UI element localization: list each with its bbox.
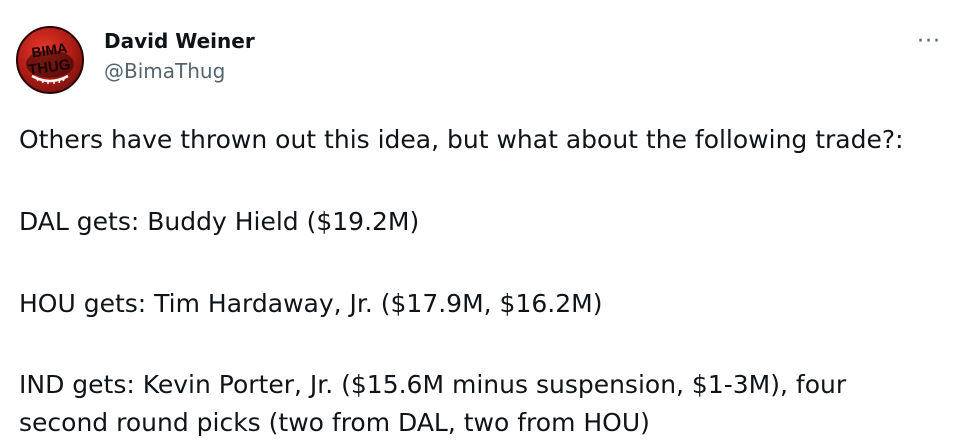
tweet-card: BIMA THUG David Weiner @BimaThug ··· Oth… (0, 0, 960, 437)
tweet-text-line: HOU gets: Tim Hardaway, Jr. ($17.9M, $16… (19, 289, 603, 318)
author-handle[interactable]: @BimaThug (104, 58, 255, 84)
more-options-button[interactable]: ··· (914, 30, 944, 54)
author-block: David Weiner @BimaThug (104, 28, 255, 84)
author-display-name[interactable]: David Weiner (104, 28, 255, 54)
more-icon: ··· (917, 29, 941, 54)
avatar[interactable]: BIMA THUG (16, 26, 84, 94)
avatar-logo-graphic: BIMA THUG (26, 40, 74, 84)
tweet-text-line: second round picks (two from DAL, two fr… (19, 408, 650, 437)
tweet-text-line: IND gets: Kevin Porter, Jr. ($15.6M minu… (19, 370, 847, 399)
tweet-text-line: Others have thrown out this idea, but wh… (19, 125, 904, 154)
tweet-text: Others have thrown out this idea, but wh… (19, 121, 919, 442)
tweet-text-line: DAL gets: Buddy Hield ($19.2M) (19, 207, 420, 236)
